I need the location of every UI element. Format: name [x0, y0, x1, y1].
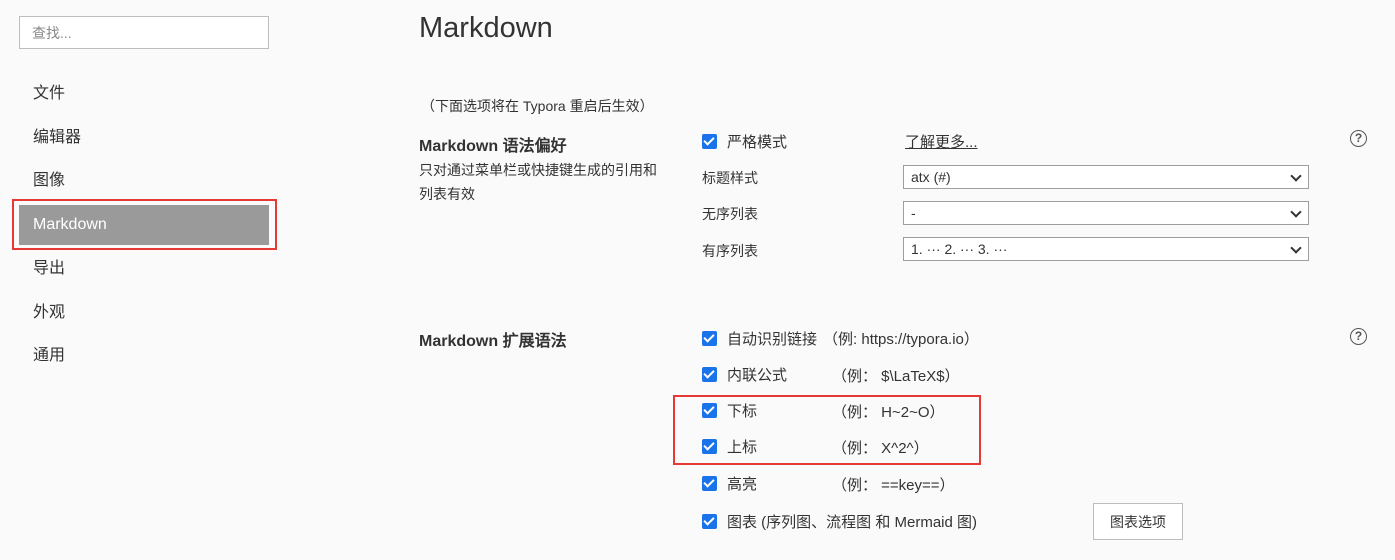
- section-title-syntax-pref: Markdown 语法偏好: [419, 138, 567, 155]
- highlight-checkbox[interactable]: [702, 475, 717, 491]
- heading-style-select[interactable]: atx (#): [903, 165, 1309, 189]
- autolink-option[interactable]: 自动识别链接 （例: https://typora.io）: [702, 326, 979, 350]
- heading-style-label: 标题样式: [702, 170, 758, 186]
- heading-style-value: atx (#): [911, 169, 951, 185]
- unordered-list-select[interactable]: -: [903, 201, 1309, 225]
- sidebar-item-editor[interactable]: 编辑器: [19, 118, 269, 158]
- subscript-option[interactable]: 下标: [702, 398, 757, 422]
- subscript-label: 下标: [727, 402, 758, 420]
- chart-options-button[interactable]: 图表选项: [1093, 503, 1183, 540]
- sidebar-item-appearance[interactable]: 外观: [19, 293, 269, 333]
- unordered-list-label: 无序列表: [702, 206, 758, 222]
- sidebar-item-markdown[interactable]: Markdown: [19, 205, 269, 245]
- strict-mode-option[interactable]: 严格模式: [702, 129, 787, 153]
- sidebar-item-file[interactable]: 文件: [19, 74, 269, 114]
- section-title-ext-syntax: Markdown 扩展语法: [419, 333, 567, 350]
- diagram-option[interactable]: 图表 (序列图、流程图 和 Mermaid 图): [702, 509, 977, 533]
- diagram-checkbox[interactable]: [702, 513, 717, 529]
- help-icon[interactable]: ?: [1350, 328, 1367, 345]
- subscript-checkbox[interactable]: [702, 402, 717, 418]
- chevron-down-icon: [1290, 170, 1302, 182]
- autolink-checkbox[interactable]: [702, 330, 717, 346]
- inline-math-example: （例： $\LaTeX$）: [832, 368, 960, 385]
- page-title: Markdown: [419, 12, 553, 44]
- help-icon[interactable]: ?: [1350, 130, 1367, 147]
- highlight-label: 高亮: [727, 475, 758, 493]
- chevron-down-icon: [1290, 242, 1302, 254]
- inline-math-label: 内联公式: [727, 366, 788, 384]
- inline-math-option[interactable]: 内联公式: [702, 362, 787, 386]
- sidebar-item-general[interactable]: 通用: [19, 336, 269, 376]
- superscript-checkbox[interactable]: [702, 438, 717, 454]
- ordered-list-select[interactable]: 1. ··· 2. ··· 3. ···: [903, 237, 1309, 261]
- autolink-example: （例: https://typora.io）: [823, 330, 979, 348]
- search-input[interactable]: [19, 16, 269, 49]
- sidebar: 文件 编辑器 图像 Markdown 导出 外观 通用: [0, 0, 290, 560]
- highlight-example: （例： ==key==）: [832, 477, 955, 494]
- highlight-option[interactable]: 高亮: [702, 471, 757, 495]
- superscript-option[interactable]: 上标: [702, 434, 757, 458]
- restart-note: （下面选项将在 Typora 重启后生效）: [421, 98, 654, 114]
- autolink-label: 自动识别链接: [727, 330, 818, 348]
- section-desc-syntax-pref: 只对通过菜单栏或快捷键生成的引用和列表有效: [419, 162, 657, 202]
- strict-mode-label: 严格模式: [727, 133, 788, 151]
- chevron-down-icon: [1290, 206, 1302, 218]
- sidebar-item-export[interactable]: 导出: [19, 249, 269, 289]
- sidebar-item-image[interactable]: 图像: [19, 161, 269, 201]
- learn-more-link[interactable]: 了解更多...: [905, 131, 978, 152]
- superscript-example: （例： X^2^）: [832, 440, 929, 457]
- diagram-label: 图表 (序列图、流程图 和 Mermaid 图): [727, 513, 978, 531]
- ordered-list-value: 1. ··· 2. ··· 3. ···: [911, 241, 1008, 257]
- ordered-list-label: 有序列表: [702, 243, 758, 259]
- strict-mode-checkbox[interactable]: [702, 133, 717, 149]
- superscript-label: 上标: [727, 438, 758, 456]
- unordered-list-value: -: [911, 205, 916, 221]
- subscript-example: （例： H~2~O）: [832, 404, 945, 421]
- inline-math-checkbox[interactable]: [702, 366, 717, 382]
